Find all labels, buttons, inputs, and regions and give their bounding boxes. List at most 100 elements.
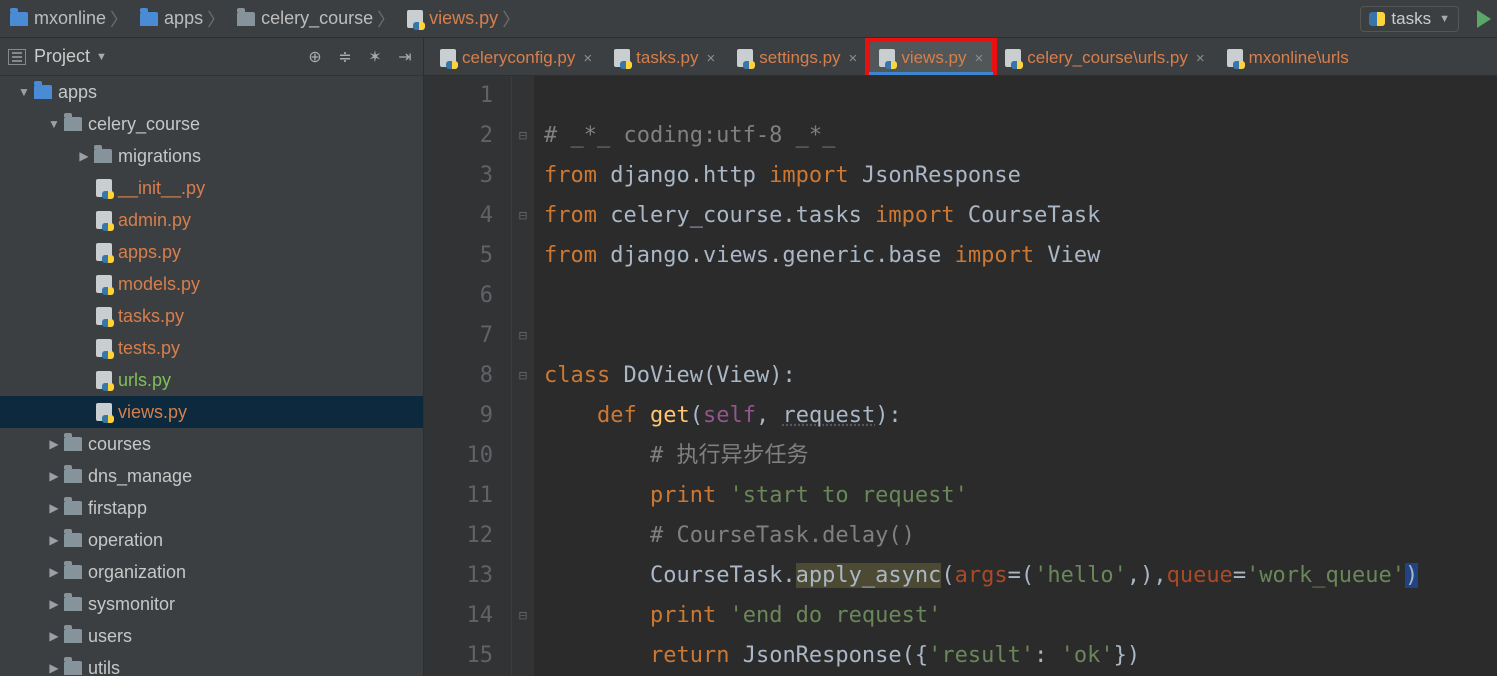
tab-label: tasks.py: [636, 48, 698, 68]
tree-folder-courses[interactable]: ▶courses: [0, 428, 423, 460]
tab-mxonline-urls[interactable]: mxonline\urls: [1217, 41, 1359, 75]
code-editor[interactable]: 123456789101112131415 ⊟ ⊟ ⊟⊟ ⊟ # _*_ cod…: [424, 76, 1497, 676]
tree-label: operation: [88, 530, 163, 551]
run-configuration-selector[interactable]: tasks ▼: [1360, 6, 1459, 32]
folder-icon: [94, 149, 112, 163]
tree-label: admin.py: [118, 210, 191, 231]
tree-label: views.py: [118, 402, 187, 423]
expand-arrow-icon: ▶: [78, 149, 90, 163]
python-file-icon: [96, 179, 112, 197]
folder-icon: [64, 117, 82, 131]
tree-label: utils: [88, 658, 120, 676]
breadcrumb-celery-course[interactable]: celery_course 〉: [233, 6, 403, 32]
folder-icon: [64, 661, 82, 675]
python-file-icon: [1227, 49, 1243, 67]
tab-celeryconfig[interactable]: celeryconfig.py ×: [430, 41, 602, 75]
breadcrumb-views-py[interactable]: views.py 〉: [403, 6, 528, 32]
tab-tasks[interactable]: tasks.py ×: [604, 41, 725, 75]
tab-label: views.py: [901, 48, 966, 68]
folder-icon: [64, 597, 82, 611]
tab-label: mxonline\urls: [1249, 48, 1349, 68]
close-icon[interactable]: ×: [1196, 50, 1205, 67]
tree-file-urls[interactable]: urls.py: [0, 364, 423, 396]
close-icon[interactable]: ×: [583, 50, 592, 67]
tree-label: apps.py: [118, 242, 181, 263]
run-button[interactable]: [1477, 10, 1491, 28]
expand-arrow-icon: ▼: [18, 85, 30, 99]
folder-icon: [64, 533, 82, 547]
breadcrumb-mxonline[interactable]: mxonline 〉: [6, 6, 136, 32]
close-icon[interactable]: ×: [707, 50, 716, 67]
tree-file-tests[interactable]: tests.py: [0, 332, 423, 364]
close-icon[interactable]: ×: [849, 50, 858, 67]
tree-file-models[interactable]: models.py: [0, 268, 423, 300]
tree-file-views[interactable]: views.py: [0, 396, 423, 428]
tree-label: apps: [58, 82, 97, 103]
tree-file-admin[interactable]: admin.py: [0, 204, 423, 236]
python-file-icon: [96, 403, 112, 421]
tab-label: settings.py: [759, 48, 840, 68]
folder-icon: [237, 12, 255, 26]
project-tree[interactable]: ▼ apps ▼ celery_course ▶ migrations __in…: [0, 76, 423, 676]
project-tool-window: Project ▼ ⊕ ≑ ✶ ⇥ ▼ apps ▼ celery_course…: [0, 38, 424, 676]
tree-label: celery_course: [88, 114, 200, 135]
breadcrumb-label: mxonline: [34, 8, 106, 29]
tab-settings[interactable]: settings.py ×: [727, 41, 867, 75]
folder-icon: [64, 629, 82, 643]
breadcrumb-apps[interactable]: apps 〉: [136, 6, 233, 32]
project-header: Project ▼ ⊕ ≑ ✶ ⇥: [0, 38, 423, 76]
run-config-label: tasks: [1391, 9, 1431, 29]
tree-folder-operation[interactable]: ▶operation: [0, 524, 423, 556]
tree-folder-celery-course[interactable]: ▼ celery_course: [0, 108, 423, 140]
tab-celery-course-urls[interactable]: celery_course\urls.py ×: [995, 41, 1214, 75]
breadcrumb-label: celery_course: [261, 8, 373, 29]
tree-label: users: [88, 626, 132, 647]
python-file-icon: [737, 49, 753, 67]
hide-button[interactable]: ⇥: [395, 47, 415, 67]
code-content[interactable]: # _*_ coding:utf-8 _*_ from django.http …: [534, 76, 1497, 676]
tree-folder-firstapp[interactable]: ▶firstapp: [0, 492, 423, 524]
python-file-icon: [614, 49, 630, 67]
folder-icon: [140, 12, 158, 26]
tree-folder-organization[interactable]: ▶organization: [0, 556, 423, 588]
python-file-icon: [96, 275, 112, 293]
tree-file-tasks[interactable]: tasks.py: [0, 300, 423, 332]
collapse-all-button[interactable]: ≑: [335, 47, 355, 67]
breadcrumb-separator: 〉: [498, 6, 524, 32]
python-file-icon: [407, 10, 423, 28]
expand-arrow-icon: ▼: [48, 117, 60, 131]
breadcrumb-separator: 〉: [203, 6, 229, 32]
tree-label: firstapp: [88, 498, 147, 519]
tree-folder-users[interactable]: ▶users: [0, 620, 423, 652]
folder-icon: [34, 85, 52, 99]
fold-column[interactable]: ⊟ ⊟ ⊟⊟ ⊟: [512, 76, 534, 676]
python-file-icon: [96, 307, 112, 325]
breadcrumb-separator: 〉: [106, 6, 132, 32]
folder-icon: [64, 437, 82, 451]
folder-icon: [10, 12, 28, 26]
close-icon[interactable]: ×: [975, 50, 984, 67]
python-file-icon: [96, 211, 112, 229]
tree-label: dns_manage: [88, 466, 192, 487]
python-file-icon: [96, 371, 112, 389]
tree-label: tasks.py: [118, 306, 184, 327]
chevron-down-icon[interactable]: ▼: [96, 51, 107, 63]
python-file-icon: [96, 243, 112, 261]
tree-folder-migrations[interactable]: ▶ migrations: [0, 140, 423, 172]
tree-label: __init__.py: [118, 178, 205, 199]
tree-folder-dns-manage[interactable]: ▶dns_manage: [0, 460, 423, 492]
breadcrumb-label: apps: [164, 8, 203, 29]
python-file-icon: [1005, 49, 1021, 67]
tree-folder-utils[interactable]: ▶utils: [0, 652, 423, 676]
python-file-icon: [440, 49, 456, 67]
tree-file-apps[interactable]: apps.py: [0, 236, 423, 268]
locate-file-button[interactable]: ⊕: [305, 47, 325, 67]
tree-label: organization: [88, 562, 186, 583]
tree-folder-apps[interactable]: ▼ apps: [0, 76, 423, 108]
tree-file-init[interactable]: __init__.py: [0, 172, 423, 204]
settings-button[interactable]: ✶: [365, 47, 385, 67]
breadcrumb-separator: 〉: [373, 6, 399, 32]
tab-views[interactable]: views.py ×: [869, 41, 993, 75]
tree-folder-sysmonitor[interactable]: ▶sysmonitor: [0, 588, 423, 620]
project-title: Project: [34, 46, 90, 67]
